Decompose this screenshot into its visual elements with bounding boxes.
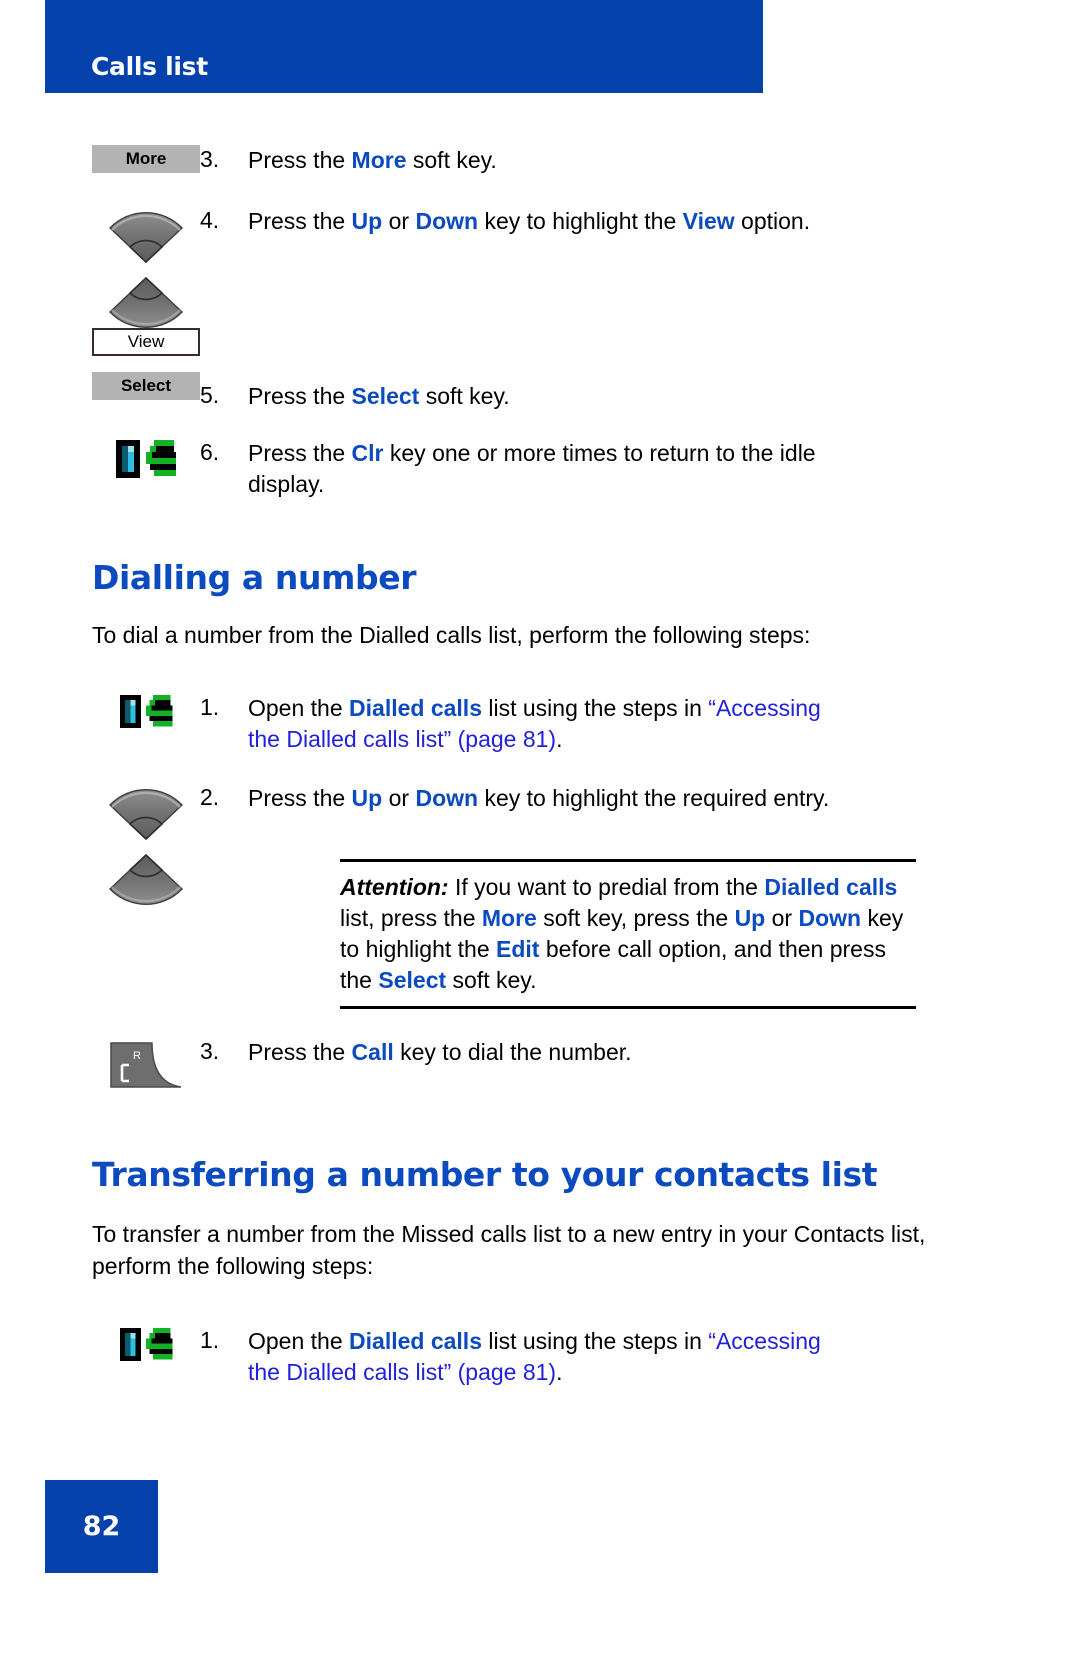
plain-text-run: or (382, 208, 416, 234)
section-intro-text: To dial a number from the Dialled calls … (92, 622, 811, 648)
step-number: 2. (200, 784, 220, 810)
clr-key-icon (118, 693, 174, 735)
softkey-more-icon: More (92, 145, 200, 173)
step-number: 1. (200, 1327, 220, 1353)
keyword-emphasis: View (682, 208, 735, 234)
keyword-emphasis: Edit (496, 936, 540, 962)
page-header-banner: Calls list (45, 0, 763, 93)
plain-text-run: key to dial the number. (393, 1039, 632, 1065)
keyword-emphasis: Down (415, 785, 479, 811)
step-number: 3. (200, 1038, 220, 1064)
step-row: 1. Open the Dialled calls list using the… (0, 1326, 1080, 1388)
step-icon-column (0, 438, 200, 485)
step-icon-column: View (0, 328, 200, 356)
plain-text-run: Press the (248, 785, 352, 811)
step-row: 4. Press the Up or Down key to highlight… (0, 206, 1080, 334)
page-content: More 3. Press the More soft key. 4. Pres… (0, 93, 1080, 1388)
section-heading-transferring-a-number: Transferring a number to your contacts l… (92, 1155, 878, 1194)
step-icon-column: More (0, 145, 200, 173)
section-heading-dialling-a-number: Dialling a number (92, 558, 417, 597)
step-number: 5. (200, 382, 220, 408)
plain-text-run: . (556, 1359, 563, 1385)
keyword-emphasis: Select (378, 967, 447, 993)
step-text: Press the More soft key. (248, 145, 497, 176)
keyword-emphasis: Dialled calls (349, 695, 482, 721)
page-title: Calls list (91, 52, 208, 81)
step-number: 4. (200, 207, 220, 233)
step-row: More 3. Press the More soft key. (0, 145, 1080, 176)
step-icon-column: R (0, 1037, 200, 1093)
navigation-up-down-key-icon (96, 206, 196, 334)
plain-text-run: soft key. (419, 383, 510, 409)
plain-text-run: Open the (248, 1328, 350, 1354)
plain-text-run: key to highlight the (478, 208, 683, 234)
step-row-view-option: View (0, 328, 1080, 356)
keyword-emphasis: Clr (351, 440, 384, 466)
clr-key-icon (118, 1326, 174, 1368)
keyword-emphasis: Call (351, 1039, 394, 1065)
step-text: Open the Dialled calls list using the st… (248, 693, 838, 755)
step-row: 6. Press the Clr key one or more times t… (0, 438, 1080, 500)
step-text: Press the Up or Down key to highlight th… (248, 206, 810, 237)
keyword-emphasis: More (351, 147, 407, 173)
plain-text-run: option. (734, 208, 811, 234)
plain-text-run: key to highlight the required entry. (478, 785, 830, 811)
step-text: Press the Up or Down key to highlight th… (248, 783, 829, 814)
step-row: 1. Open the Dialled calls list using the… (0, 693, 1080, 755)
plain-text-run: Press the (248, 208, 352, 234)
step-icon-column (0, 1326, 200, 1368)
step-number: 3. (200, 146, 220, 172)
step-icon-column: Select (0, 372, 200, 400)
step-icon-column (0, 693, 200, 735)
step-icon-column (0, 783, 200, 911)
plain-text-run: . (556, 726, 563, 752)
step-text: Press the Call key to dial the number. (248, 1037, 632, 1068)
step-number-spacer (200, 328, 248, 329)
plain-text-run: Press the (248, 440, 352, 466)
plain-text-run: list using the steps in (482, 695, 709, 721)
plain-text-run: Press the (248, 147, 352, 173)
keyword-emphasis: Up (351, 208, 383, 234)
plain-text-run: soft key. (406, 147, 497, 173)
step-text: Open the Dialled calls list using the st… (248, 1326, 838, 1388)
step-text: Press the Select soft key. (248, 372, 510, 412)
svg-text:R: R (133, 1050, 141, 1062)
step-text: Press the Clr key one or more times to r… (248, 438, 838, 500)
plain-text-run: list using the steps in (482, 1328, 709, 1354)
footer-page-number: 82 (45, 1480, 158, 1573)
step-row: Select 5. Press the Select soft key. (0, 372, 1080, 412)
step-number: 1. (200, 694, 220, 720)
softkey-view-icon: View (92, 328, 200, 356)
step-row: 2. Press the Up or Down key to highlight… (0, 783, 1080, 911)
step-number: 6. (200, 439, 220, 465)
softkey-select-icon: Select (92, 372, 200, 400)
plain-text-run: or (382, 785, 416, 811)
keyword-emphasis: Down (415, 208, 479, 234)
plain-text-run: Open the (248, 695, 350, 721)
plain-text-run: soft key. (446, 967, 537, 993)
keyword-emphasis: Dialled calls (349, 1328, 482, 1354)
plain-text-run: Press the (248, 383, 352, 409)
keyword-emphasis: Select (351, 383, 420, 409)
clr-key-icon (114, 438, 178, 485)
step-icon-column (0, 206, 200, 334)
step-row: R 3. Press the Call key to dial the numb… (0, 1037, 1080, 1093)
navigation-up-down-key-icon (96, 783, 196, 911)
call-key-icon: R (108, 1037, 184, 1093)
section-intro-text: To transfer a number from the Missed cal… (92, 1221, 926, 1279)
keyword-emphasis: Up (351, 785, 383, 811)
plain-text-run: Press the (248, 1039, 352, 1065)
